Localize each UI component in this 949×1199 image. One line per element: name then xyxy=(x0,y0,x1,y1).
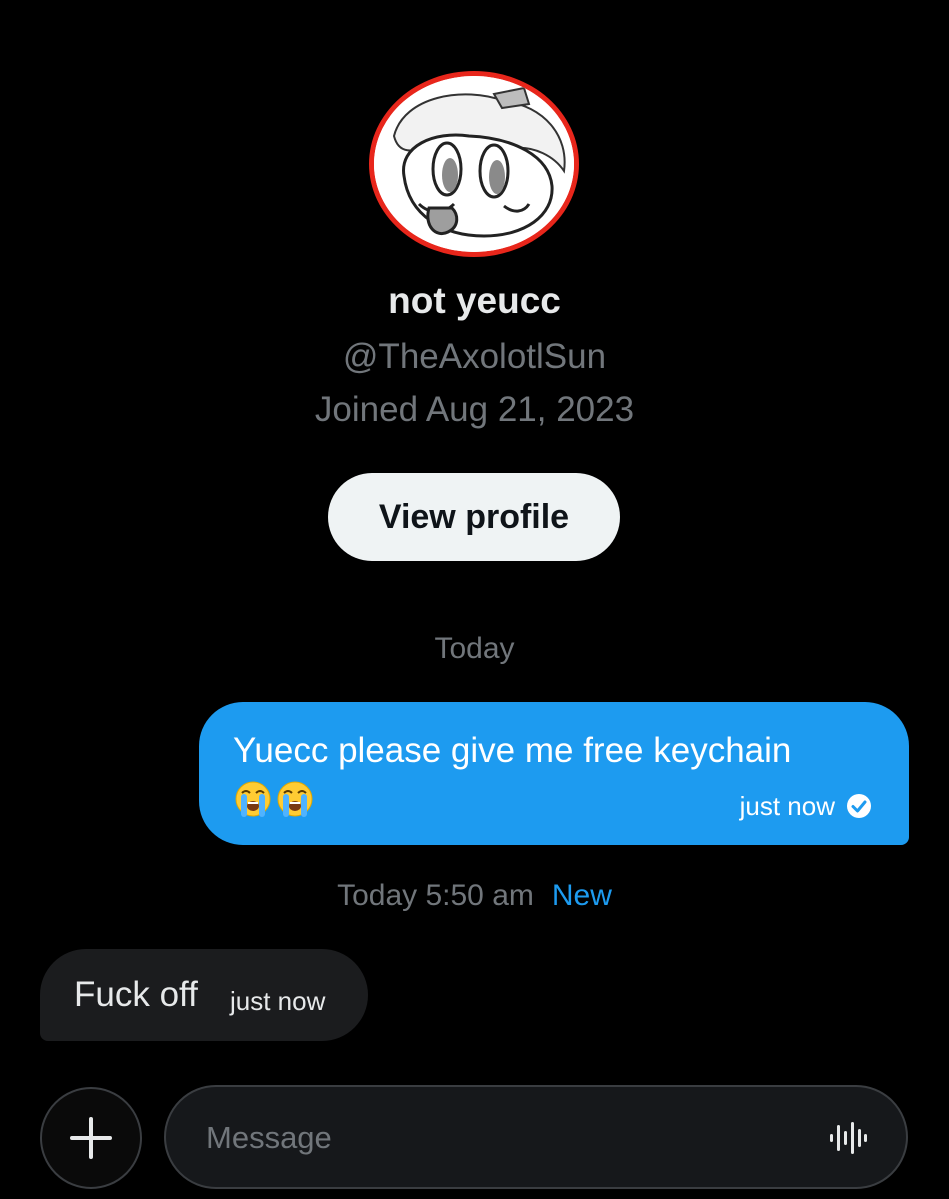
message-input[interactable] xyxy=(204,1111,788,1165)
joined-date: Joined Aug 21, 2023 xyxy=(314,390,635,429)
user-handle: @TheAxolotlSun xyxy=(342,337,607,376)
date-separator: Today xyxy=(434,632,515,665)
display-name: not yeucc xyxy=(388,280,561,321)
loudly-crying-face-icon xyxy=(277,781,313,817)
add-attachment-button[interactable] xyxy=(40,1087,142,1189)
sent-message-bubble[interactable]: Yuecc please give me free keychain just … xyxy=(199,702,909,845)
message-timestamp: just now xyxy=(739,791,835,821)
view-profile-button[interactable]: View profile xyxy=(328,473,620,561)
voice-waveform-icon[interactable] xyxy=(828,1119,868,1157)
unread-marker-time: Today 5:50 am xyxy=(337,879,534,912)
new-label: New xyxy=(551,879,612,912)
read-check-icon xyxy=(847,794,871,818)
message-timestamp: just now xyxy=(230,986,326,1016)
message-composer[interactable] xyxy=(164,1085,908,1189)
unread-marker: Today 5:50 am New xyxy=(0,879,949,913)
profile-avatar[interactable] xyxy=(369,71,579,257)
plus-icon xyxy=(70,1117,112,1159)
message-text: Yuecc please give me free keychain xyxy=(233,731,792,770)
message-text: Fuck off xyxy=(74,975,198,1014)
emoji-row xyxy=(233,779,315,819)
loudly-crying-face-icon xyxy=(235,781,271,817)
avatar-image xyxy=(369,71,579,257)
received-message-bubble[interactable]: Fuck off just now xyxy=(40,949,368,1041)
